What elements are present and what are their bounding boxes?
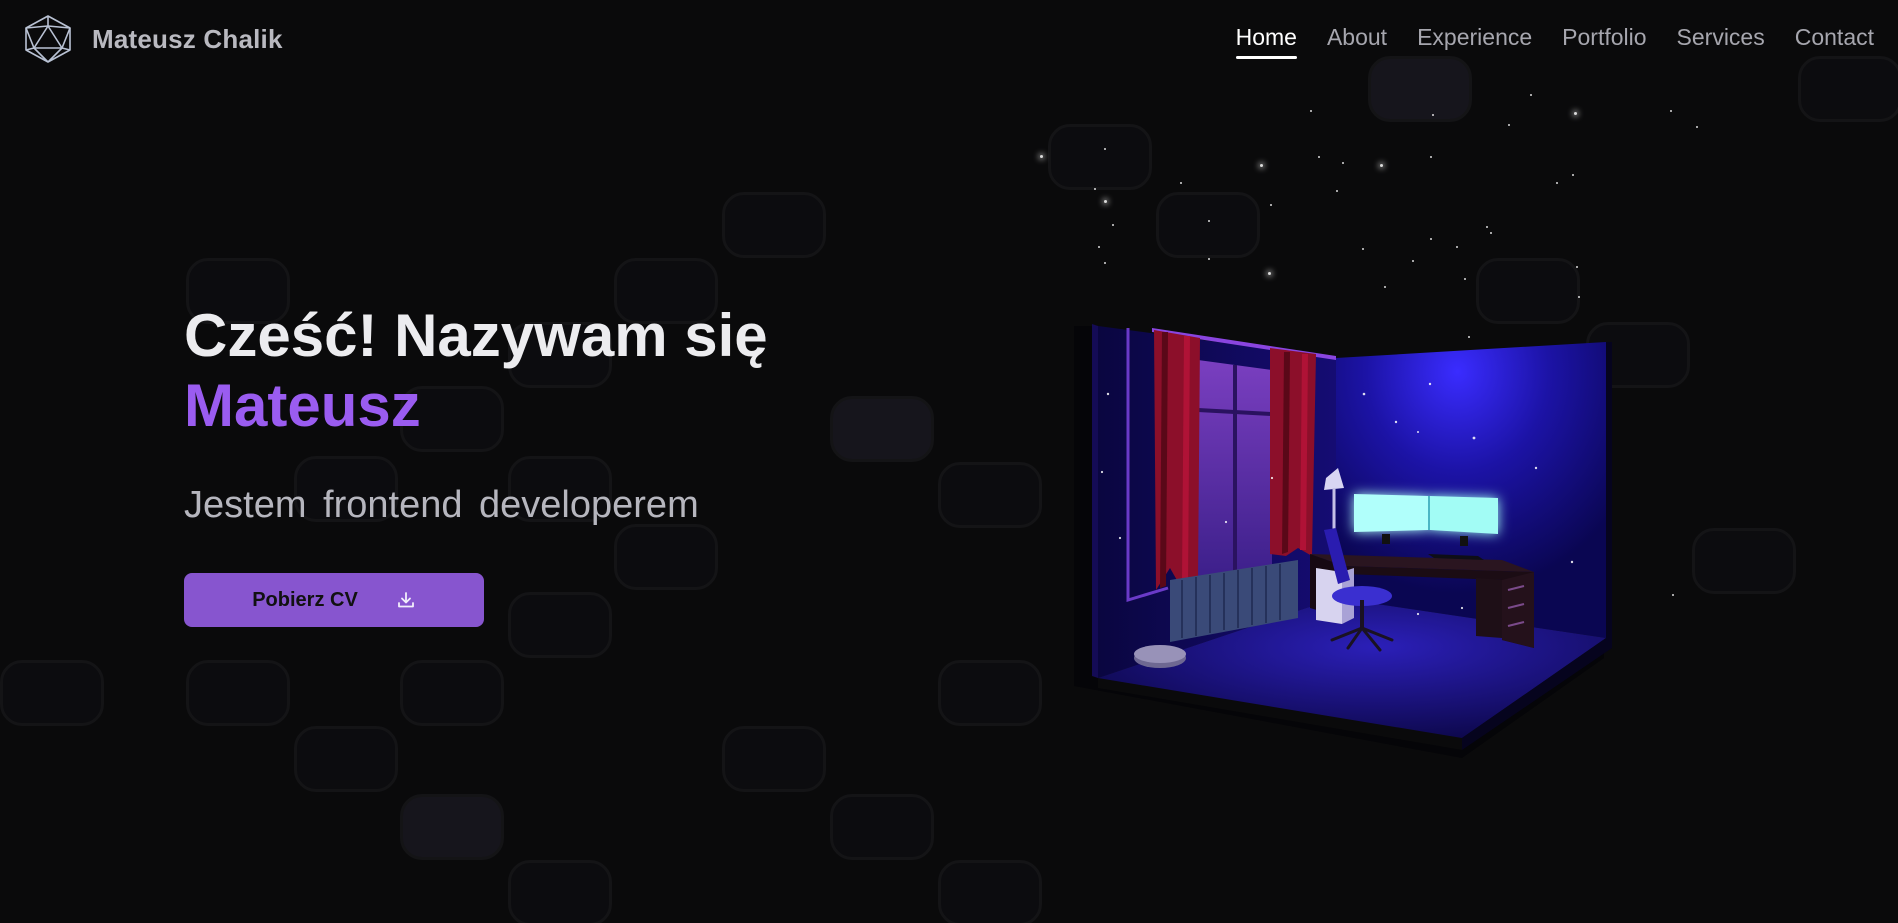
nav-item-experience[interactable]: Experience bbox=[1417, 24, 1532, 59]
download-cv-label: Pobierz CV bbox=[252, 588, 358, 611]
nav-item-services[interactable]: Services bbox=[1677, 24, 1765, 59]
hero-greeting: Cześć! Nazywam się bbox=[184, 302, 768, 369]
icosahedron-logo-icon[interactable] bbox=[22, 14, 74, 64]
room-illustration bbox=[1074, 324, 1612, 758]
header: Mateusz Chalik Home About Experience Por… bbox=[0, 0, 1898, 78]
hero-name: Mateusz bbox=[184, 372, 421, 439]
download-icon bbox=[397, 592, 414, 608]
brand-name[interactable]: Mateusz Chalik bbox=[92, 24, 283, 55]
hero-subtitle: Jestem frontend developerem bbox=[184, 484, 699, 526]
nav-item-portfolio[interactable]: Portfolio bbox=[1562, 24, 1646, 59]
nav-item-contact[interactable]: Contact bbox=[1795, 24, 1874, 59]
page: Mateusz Chalik Home About Experience Por… bbox=[0, 0, 1898, 923]
nav-item-home[interactable]: Home bbox=[1235, 24, 1298, 59]
download-cv-button[interactable]: Pobierz CV bbox=[184, 573, 484, 627]
main-nav: Home About Experience Portfolio Services… bbox=[1206, 24, 1874, 59]
nav-item-about[interactable]: About bbox=[1327, 24, 1387, 59]
